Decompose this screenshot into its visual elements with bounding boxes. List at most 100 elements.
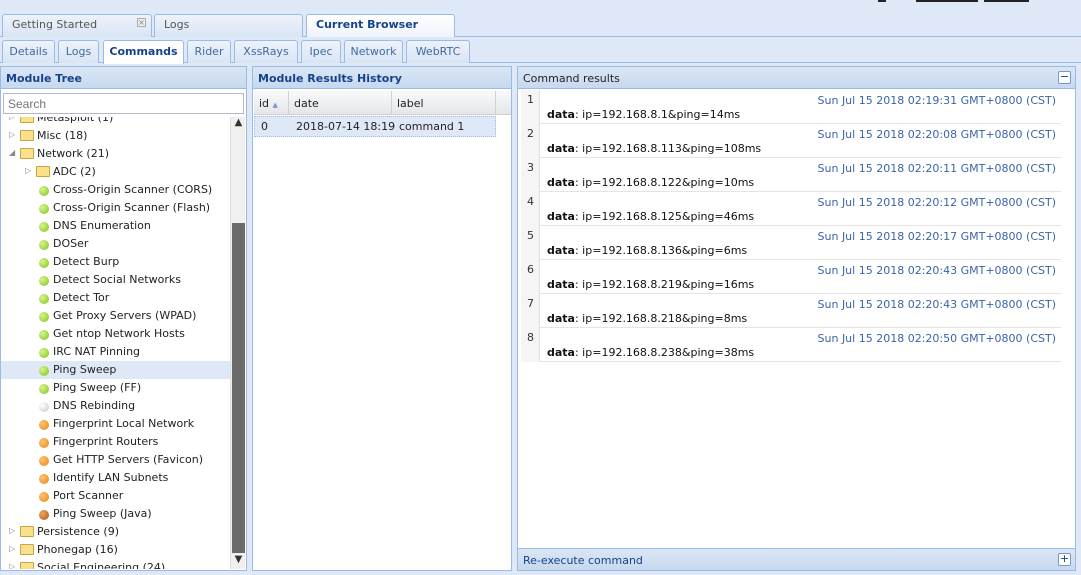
tree-folder[interactable]: ▷ Social Engineering (24) (1, 559, 230, 569)
collapsed-arrow-icon[interactable]: ▷ (9, 117, 15, 121)
module-tree-panel: Module Tree ▷ Metasploit (1) ▷ Misc (18) ◢ Ne… (0, 66, 247, 571)
history-grid-header: id ▲ date label (254, 91, 511, 115)
status-orange-icon (39, 438, 49, 448)
data-key: data (547, 176, 575, 189)
collapsed-arrow-icon[interactable]: ▷ (9, 544, 15, 553)
tab-logs-sub[interactable]: Logs (58, 40, 99, 63)
reexecute-footer: Re-execute command + (518, 548, 1075, 570)
tree-folder[interactable]: ▷ Persistence (9) (1, 523, 230, 541)
tree-folder[interactable]: ▷ ADC (2) (1, 163, 230, 181)
tab-getting-started[interactable]: Getting Started × (2, 14, 152, 37)
row-number: 1 (521, 90, 540, 124)
row-number: 7 (521, 294, 540, 328)
data-key: data (547, 278, 575, 291)
tree-item-label: Fingerprint Routers (53, 435, 159, 448)
command-results-title: Command results (518, 67, 1075, 89)
tree-module[interactable]: Fingerprint Local Network (1, 415, 230, 433)
tab-details[interactable]: Details (2, 40, 55, 63)
tree-module[interactable]: Port Scanner (1, 487, 230, 505)
tree-scrollbar[interactable]: ▲ ▼ (230, 117, 245, 569)
data-key: data (547, 142, 575, 155)
collapsed-arrow-icon[interactable]: ▷ (9, 130, 15, 139)
tree-module[interactable]: DNS Enumeration (1, 217, 230, 235)
row-number: 8 (521, 328, 540, 362)
status-green-icon (39, 204, 49, 214)
tab-label: Logs (164, 18, 190, 31)
folder-icon (20, 544, 34, 555)
sub-tab-bar: Details Logs Commands Rider XssRays Ipec… (0, 37, 1081, 64)
tree-module[interactable]: Ping Sweep (Java) (1, 505, 230, 523)
result-row: 2 Sun Jul 15 2018 02:20:08 GMT+0800 (CST)… (521, 124, 1061, 158)
result-timestamp: Sun Jul 15 2018 02:20:17 GMT+0800 (CST) (817, 230, 1056, 243)
data-value: : ip=192.168.8.122&ping=10ms (574, 176, 755, 189)
tree-item-label: Ping Sweep (53, 363, 117, 376)
tree-folder[interactable]: ◢ Network (21) (1, 145, 230, 163)
top-fragment (878, 0, 886, 2)
scroll-down-icon[interactable]: ▼ (231, 554, 246, 569)
expanded-arrow-icon[interactable]: ◢ (9, 148, 15, 157)
collapsed-arrow-icon[interactable]: ▷ (9, 526, 15, 535)
tab-xssrays[interactable]: XssRays (234, 40, 298, 63)
main-tab-bar: Getting Started × Logs Current Browser (0, 13, 1081, 38)
tab-webrtc[interactable]: WebRTC (406, 40, 470, 63)
result-row: 3 Sun Jul 15 2018 02:20:11 GMT+0800 (CST)… (521, 158, 1061, 192)
close-icon[interactable]: × (137, 18, 146, 27)
tree-module[interactable]: Identify LAN Subnets (1, 469, 230, 487)
scroll-thumb[interactable] (232, 223, 245, 553)
tree-module[interactable]: Detect Tor (1, 289, 230, 307)
search-input[interactable] (3, 93, 244, 114)
folder-icon (20, 130, 34, 141)
table-row[interactable]: 0 2018-07-14 18:19 command 1 (254, 116, 496, 137)
tree-module[interactable]: Fingerprint Routers (1, 433, 230, 451)
tree-item-label: Metasploit (1) (37, 117, 114, 124)
column-header-date[interactable]: date (289, 91, 392, 115)
tree-folder[interactable]: ▷ Misc (18) (1, 127, 230, 145)
tree-item-label: ADC (2) (53, 165, 96, 178)
folder-icon (20, 117, 34, 123)
tree-item-label: Cross-Origin Scanner (Flash) (53, 201, 211, 214)
tree-module[interactable]: Get Proxy Servers (WPAD) (1, 307, 230, 325)
collapsed-arrow-icon[interactable]: ▷ (25, 166, 31, 175)
tree-module[interactable]: IRC NAT Pinning (1, 343, 230, 361)
tree-module[interactable]: Ping Sweep (1, 361, 230, 379)
status-orange-icon (39, 474, 49, 484)
tree-module[interactable]: Ping Sweep (FF) (1, 379, 230, 397)
expand-icon[interactable]: + (1058, 553, 1071, 566)
tab-logs[interactable]: Logs (154, 14, 303, 37)
tree-module[interactable]: DNS Rebinding (1, 397, 230, 415)
top-fragment (916, 0, 978, 2)
tree-module[interactable]: Detect Social Networks (1, 271, 230, 289)
result-data: data: ip=192.168.8.219&ping=16ms (547, 278, 754, 291)
tab-network[interactable]: Network (344, 40, 403, 63)
tree-item-label: DNS Rebinding (53, 399, 136, 412)
tree-item-label: Phonegap (16) (37, 543, 118, 556)
scroll-up-icon[interactable]: ▲ (231, 117, 246, 132)
tree-module[interactable]: Get ntop Network Hosts (1, 325, 230, 343)
module-tree-title: Module Tree (1, 67, 246, 89)
tree-module[interactable]: Detect Burp (1, 253, 230, 271)
tree-module[interactable]: DOSer (1, 235, 230, 253)
status-green-icon (39, 312, 49, 322)
data-value: : ip=192.168.8.113&ping=108ms (574, 142, 762, 155)
collapse-icon[interactable]: − (1058, 71, 1071, 84)
cell-id: 0 (261, 120, 268, 133)
tree-folder[interactable]: ▷ Metasploit (1) (1, 117, 230, 127)
column-header-label[interactable]: label (392, 91, 496, 115)
tab-ipec[interactable]: Ipec (301, 40, 341, 63)
tree-item-label: Get HTTP Servers (Favicon) (53, 453, 204, 466)
data-key: data (547, 346, 575, 359)
tree-module[interactable]: Get HTTP Servers (Favicon) (1, 451, 230, 469)
tree-module[interactable]: Cross-Origin Scanner (CORS) (1, 181, 230, 199)
tab-rider[interactable]: Rider (187, 40, 231, 63)
tree-item-label: Social Engineering (24) (37, 561, 166, 569)
tree-item-label: Ping Sweep (Java) (53, 507, 152, 520)
result-timestamp: Sun Jul 15 2018 02:20:43 GMT+0800 (CST) (817, 298, 1056, 311)
tab-current-browser[interactable]: Current Browser (306, 14, 455, 38)
tab-commands[interactable]: Commands (103, 40, 184, 64)
tree-folder[interactable]: ▷ Phonegap (16) (1, 541, 230, 559)
tree-module[interactable]: Cross-Origin Scanner (Flash) (1, 199, 230, 217)
column-header-id[interactable]: id ▲ (254, 91, 289, 115)
result-data: data: ip=192.168.8.218&ping=8ms (547, 312, 747, 325)
collapsed-arrow-icon[interactable]: ▷ (9, 562, 15, 569)
status-orange-icon (39, 420, 49, 430)
